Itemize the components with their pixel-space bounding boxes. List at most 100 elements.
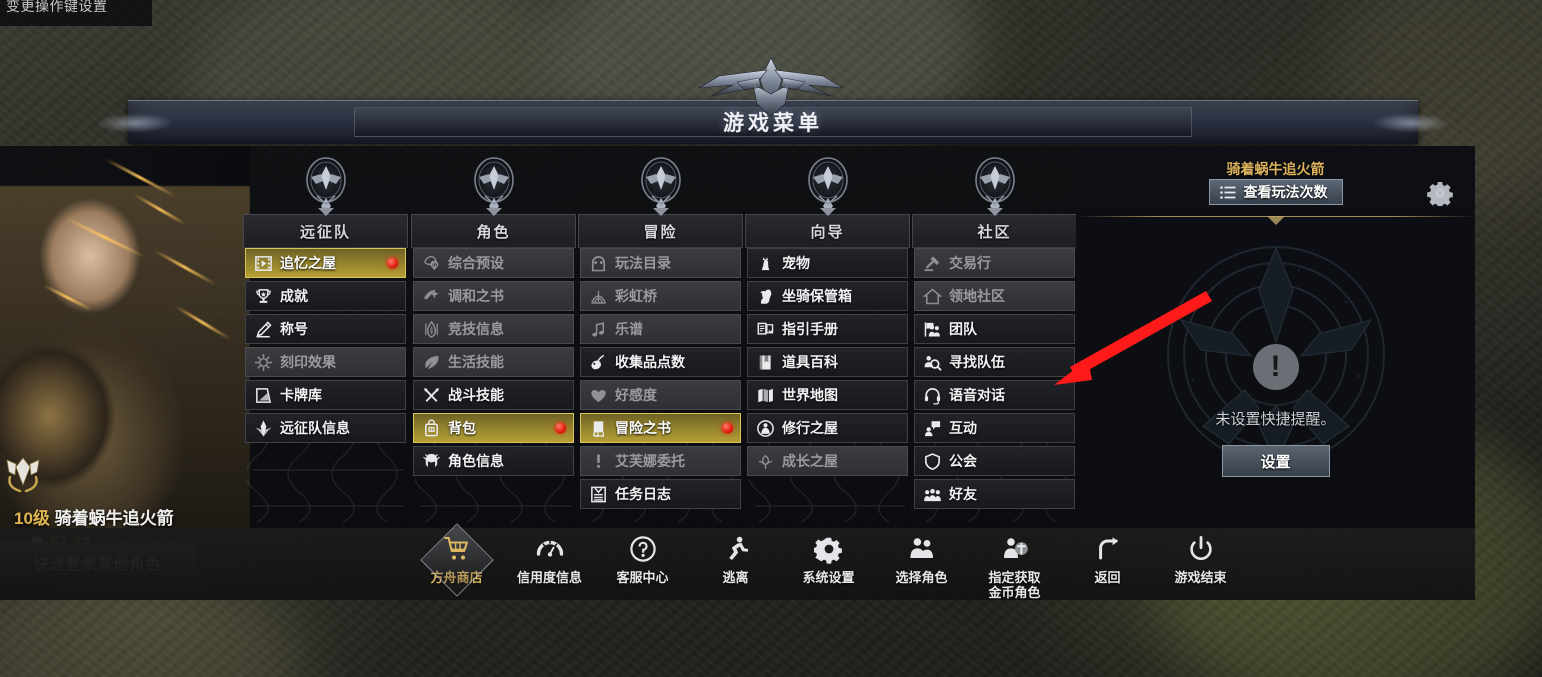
menu-item-好友[interactable]: 好友: [914, 479, 1075, 509]
menu-column-2: 角色综合预设 调和之书竞技信息生活技能战斗技能背包 角色信息: [411, 146, 576, 528]
menu-item-label: 任务日志: [615, 486, 671, 502]
notification-badge: [555, 422, 566, 434]
column-items: 玩法目录彩虹桥乐谱 收集品点数 好感度冒险之书艾芙娜委托任务日志: [578, 248, 743, 528]
menu-item-修行之屋[interactable]: 修行之屋: [747, 413, 908, 443]
list-icon: [1219, 185, 1235, 199]
toolbar-button-指定获取金币角色[interactable]: 指定获取 金币角色: [968, 528, 1061, 600]
harmony-book-icon: [423, 288, 439, 299]
menu-item-label: 道具百科: [782, 354, 838, 370]
headset-icon: [924, 387, 941, 405]
menu-item-label: 领地社区: [949, 288, 1005, 304]
menu-item-领地社区[interactable]: 领地社区: [914, 281, 1075, 311]
pane-divider: [1076, 216, 1475, 225]
menu-item-世界地图[interactable]: 世界地图: [747, 380, 908, 410]
menu-column-1: 远征队追忆之屋 成就称号刻印效果 卡牌库远征队信息: [243, 146, 408, 528]
toolbar-button-返回[interactable]: 返回: [1061, 528, 1154, 600]
gold-character-icon: [998, 534, 1032, 568]
menu-item-label: 世界地图: [782, 387, 838, 403]
menu-item-玩法目录[interactable]: 玩法目录: [580, 248, 741, 278]
view-play-counts-button[interactable]: 查看玩法次数: [1208, 179, 1343, 205]
column-medal: [578, 150, 743, 216]
bottom-toolbar: 方舟商店信用度信息 客服中心 逃离 系统设置 选择角色 指定获取 金币角色 返回 游戏结束: [0, 523, 1475, 600]
growth-plant-icon: [758, 454, 773, 469]
menu-item-彩虹桥[interactable]: 彩虹桥: [580, 281, 741, 311]
toolbar-button-逃离[interactable]: 逃离: [689, 528, 782, 600]
menu-item-任务日志[interactable]: 任务日志: [580, 479, 741, 509]
column-items: 追忆之屋 成就称号刻印效果 卡牌库远征队信息: [243, 248, 408, 528]
menu-item-好感度[interactable]: 好感度: [580, 380, 741, 410]
menu-item-艾芙娜委托[interactable]: 艾芙娜委托: [580, 446, 741, 476]
open-settings-button[interactable]: 设置: [1221, 445, 1330, 477]
menu-item-指引手册[interactable]: 指引手册: [747, 314, 908, 344]
menu-item-坐骑保管箱[interactable]: 坐骑保管箱: [747, 281, 908, 311]
rainbow-bridge-icon: [591, 290, 606, 304]
shortcut-reminder-pane: 骑着蜗牛追火箭 查看玩法次数 ! 未设置快捷提醒。 设置: [1076, 146, 1475, 528]
menu-item-道具百科[interactable]: 道具百科: [747, 347, 908, 377]
menu-item-调和之书[interactable]: 调和之书: [413, 281, 574, 311]
menu-item-冒险之书[interactable]: 冒险之书: [580, 413, 741, 443]
menu-item-label: 称号: [280, 321, 308, 337]
menu-item-成就[interactable]: 成就: [245, 281, 406, 311]
menu-column-4: 向导宠物坐骑保管箱 指引手册道具百科世界地图修行之屋 成长之屋: [745, 146, 910, 528]
menu-item-生活技能[interactable]: 生活技能: [413, 347, 574, 377]
menu-item-label: 宠物: [782, 255, 810, 271]
view-play-counts-label: 查看玩法次数: [1243, 184, 1328, 200]
column-title-4: 向导: [745, 208, 910, 248]
notification-badge: [387, 257, 398, 269]
menu-item-label: 战斗技能: [448, 387, 504, 403]
toolbar-button-label: 选择角色: [895, 570, 948, 585]
menu-item-成长之屋[interactable]: 成长之屋: [747, 446, 908, 476]
menu-item-背包[interactable]: 背包: [413, 413, 574, 443]
keybind-hint-clipped: 变更操作键设置: [0, 0, 152, 26]
menu-item-label: 艾芙娜委托: [615, 453, 685, 469]
menu-item-乐谱[interactable]: 乐谱: [580, 314, 741, 344]
menu-item-交易行[interactable]: 交易行: [914, 248, 1075, 278]
menu-item-竞技信息[interactable]: 竞技信息: [413, 314, 574, 344]
party-flag-icon: [924, 321, 940, 337]
menu-item-收集品点数[interactable]: 收集品点数: [580, 347, 741, 377]
column-title-2: 角色: [411, 208, 576, 248]
question-circle-icon: [626, 534, 660, 568]
toolbar-button-label: 信用度信息: [516, 570, 582, 585]
world-map-icon: [758, 388, 773, 402]
column-title-label: 角色: [476, 223, 511, 241]
toolbar-button-游戏结束[interactable]: 游戏结束: [1154, 528, 1247, 600]
menu-column-5: 社区 交易行 领地社区 团队 寻找队伍 语音对话 互动 公会 好友: [912, 146, 1077, 528]
menu-item-角色信息[interactable]: 角色信息: [413, 446, 574, 476]
toolbar-button-信用度信息[interactable]: 信用度信息: [503, 528, 596, 600]
menu-item-label: 远征队信息: [280, 420, 350, 436]
toolbar-button-方舟商店[interactable]: 方舟商店: [410, 523, 503, 600]
menu-item-label: 彩虹桥: [615, 288, 657, 304]
menu-item-追忆之屋[interactable]: 追忆之屋: [245, 248, 406, 278]
diamond-sparkle-icon: [255, 419, 272, 437]
toolbar-button-label: 逃离: [722, 570, 749, 585]
gear-icon[interactable]: [1427, 180, 1453, 206]
menu-item-卡牌库[interactable]: 卡牌库: [245, 380, 406, 410]
menu-item-远征队信息[interactable]: 远征队信息: [245, 413, 406, 443]
toolbar-button-选择角色[interactable]: 选择角色: [875, 528, 968, 600]
trophy-icon: [256, 288, 271, 303]
arena-icon: [425, 320, 438, 338]
menu-item-公会[interactable]: 公会: [914, 446, 1075, 476]
menu-item-刻印效果[interactable]: 刻印效果: [245, 347, 406, 377]
column-items: 宠物坐骑保管箱 指引手册道具百科世界地图修行之屋 成长之屋: [745, 248, 910, 528]
menu-item-寻找队伍[interactable]: 寻找队伍: [914, 347, 1075, 377]
menu-item-团队[interactable]: 团队: [914, 314, 1075, 344]
backpack-icon: [425, 418, 438, 436]
menu-item-label: 冒险之书: [615, 420, 671, 436]
menu-item-互动[interactable]: 互动: [914, 413, 1075, 443]
menu-item-语音对话[interactable]: 语音对话: [914, 380, 1075, 410]
column-medal: [243, 150, 408, 216]
menu-item-宠物[interactable]: 宠物: [747, 248, 908, 278]
column-title-label: 远征队: [299, 223, 351, 241]
menu-item-战斗技能[interactable]: 战斗技能: [413, 380, 574, 410]
menu-item-称号[interactable]: 称号: [245, 314, 406, 344]
menu-item-label: 公会: [949, 453, 977, 469]
menu-item-综合预设[interactable]: 综合预设: [413, 248, 574, 278]
menu-item-label: 竞技信息: [448, 321, 504, 337]
settings-button-label: 设置: [1260, 453, 1291, 471]
toolbar-button-系统设置[interactable]: 系统设置: [782, 528, 875, 600]
quest-log-icon: [591, 486, 606, 502]
toolbar-button-客服中心[interactable]: 客服中心: [596, 528, 689, 600]
column-items: 综合预设 调和之书竞技信息生活技能战斗技能背包 角色信息: [411, 248, 576, 528]
